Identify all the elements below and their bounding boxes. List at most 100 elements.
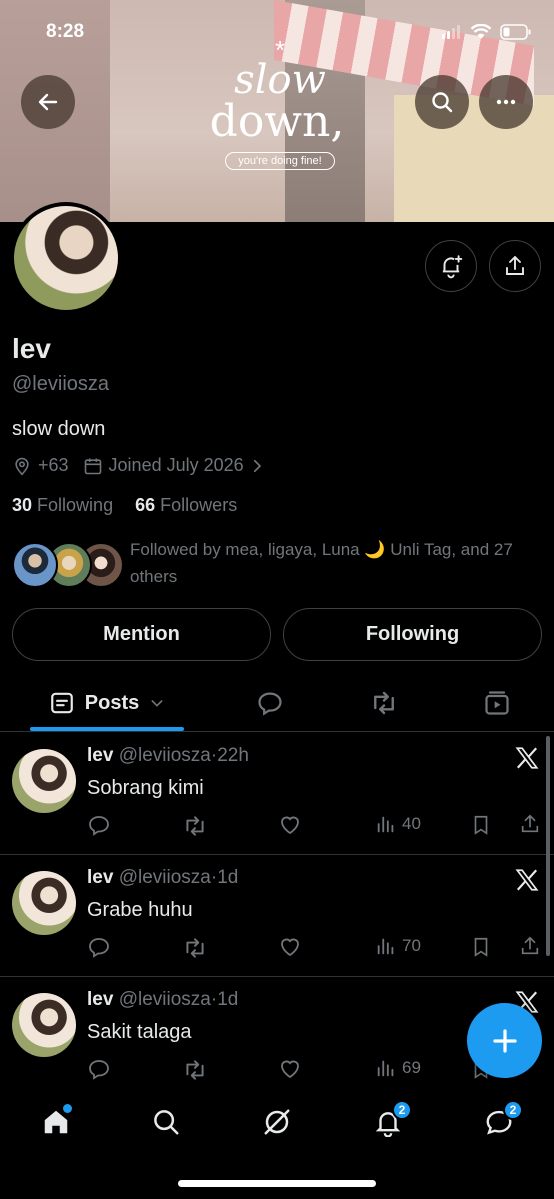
- plus-icon: [492, 1028, 517, 1053]
- followed-by[interactable]: Followed by mea, ligaya, Luna 🌙 Unli Tag…: [12, 536, 542, 592]
- followers-link[interactable]: 66 Followers: [135, 495, 237, 515]
- notify-button[interactable]: [425, 240, 477, 292]
- nav-notifications[interactable]: 2: [360, 1100, 416, 1144]
- post-text: Sakit talaga: [87, 1021, 192, 1043]
- x-logo-icon: [515, 869, 539, 891]
- post-time: 22h: [217, 745, 249, 766]
- system-icons: [440, 24, 532, 40]
- nav-messages[interactable]: 2: [471, 1100, 527, 1144]
- scrollbar[interactable]: [546, 736, 550, 956]
- post-item[interactable]: lev @leviiosza·1d Grabe huhu 70: [0, 855, 554, 977]
- repost-button[interactable]: [182, 1057, 208, 1083]
- calendar-icon: [84, 458, 101, 474]
- active-tab-indicator: [30, 727, 184, 731]
- heart-icon: [281, 1060, 299, 1079]
- banner-slogan: * slow down, you're doing fine!: [195, 37, 365, 170]
- tab-posts[interactable]: Posts: [30, 676, 184, 730]
- tab-media[interactable]: [467, 676, 527, 730]
- post-actions: 70: [87, 935, 543, 961]
- post-header: lev @leviiosza·1d: [87, 867, 238, 889]
- share-button[interactable]: [519, 813, 541, 835]
- views-chart-icon: [377, 816, 394, 833]
- reply-button[interactable]: [87, 935, 111, 959]
- following-link[interactable]: 30 Following: [12, 495, 113, 515]
- views-count: 70: [402, 936, 421, 955]
- video-icon: [485, 691, 509, 715]
- nav-grok[interactable]: [249, 1100, 305, 1144]
- post-author: lev: [87, 745, 114, 766]
- mention-button[interactable]: Mention: [12, 608, 271, 661]
- following-button[interactable]: Following: [283, 608, 542, 661]
- tab-posts-label: Posts: [84, 691, 140, 714]
- x-logo-icon: [515, 747, 539, 769]
- back-button[interactable]: [21, 75, 75, 129]
- posts-icon: [50, 692, 73, 714]
- profile-name: lev: [12, 333, 51, 364]
- post-handle: @leviiosza: [118, 989, 211, 1010]
- reply-button[interactable]: [87, 813, 111, 837]
- nav-search[interactable]: [138, 1100, 194, 1144]
- follow-counts: 30 Following 66 Followers: [12, 495, 237, 516]
- tab-replies[interactable]: [240, 676, 300, 730]
- tab-reposts[interactable]: [354, 676, 414, 730]
- home-unread-dot: [63, 1104, 72, 1113]
- profile-handle: @leviiosza: [12, 373, 110, 395]
- following-label: Following: [37, 495, 114, 515]
- avatar-image: [14, 206, 118, 310]
- repost-button[interactable]: [182, 813, 208, 839]
- profile-bio: slow down: [12, 418, 106, 440]
- location-icon: [15, 457, 29, 475]
- grok-icon: [264, 1109, 290, 1135]
- wifi-icon: [470, 24, 492, 39]
- slogan-line1: slow: [234, 57, 326, 103]
- reply-icon: [258, 692, 282, 716]
- nav-home[interactable]: [28, 1100, 84, 1144]
- repost-icon: [186, 938, 204, 958]
- status-time: 8:28: [46, 21, 85, 42]
- chevron-right-icon[interactable]: [248, 457, 266, 475]
- reply-button[interactable]: [87, 1057, 111, 1081]
- search-icon: [154, 1110, 179, 1135]
- compose-button[interactable]: [467, 1003, 542, 1078]
- repost-icon: [186, 1060, 204, 1080]
- share-profile-button[interactable]: [489, 240, 541, 292]
- post-avatar[interactable]: [12, 749, 76, 813]
- like-button[interactable]: [278, 1057, 302, 1081]
- repost-icon: [374, 691, 394, 715]
- share-button[interactable]: [519, 935, 541, 957]
- search-button[interactable]: [415, 75, 469, 129]
- post-item[interactable]: lev @leviiosza·22h Sobrang kimi 40: [0, 733, 554, 855]
- more-icon: [496, 99, 516, 105]
- post-handle: @leviiosza: [118, 745, 211, 766]
- search-icon: [432, 92, 453, 113]
- post-avatar[interactable]: [12, 993, 76, 1057]
- share-icon: [506, 256, 524, 275]
- reply-icon: [89, 816, 109, 836]
- profile-joined[interactable]: Joined July 2026: [109, 455, 244, 476]
- home-indicator[interactable]: [178, 1180, 376, 1187]
- bell-plus-icon: [442, 255, 463, 279]
- post-text: Grabe huhu: [87, 899, 193, 921]
- bookmark-button[interactable]: [470, 935, 492, 959]
- bookmark-button[interactable]: [470, 813, 492, 837]
- post-header: lev @leviiosza·1d: [87, 989, 238, 1011]
- like-button[interactable]: [278, 935, 302, 959]
- views-button[interactable]: 40: [375, 813, 421, 835]
- bookmark-icon: [474, 937, 488, 957]
- repost-button[interactable]: [182, 935, 208, 961]
- profile-meta: +63 Joined July 2026: [12, 455, 266, 476]
- profile-avatar[interactable]: [10, 202, 122, 314]
- followed-by-text: Followed by mea, ligaya, Luna 🌙 Unli Tag…: [130, 540, 513, 586]
- messages-badge: 2: [503, 1100, 523, 1120]
- post-avatar[interactable]: [12, 871, 76, 935]
- bookmark-icon: [474, 815, 488, 835]
- followers-count: 66: [135, 495, 156, 515]
- more-button[interactable]: [479, 75, 533, 129]
- followed-by-avatars: [12, 542, 124, 588]
- share-icon: [521, 814, 539, 833]
- views-button[interactable]: 69: [375, 1057, 421, 1079]
- notifications-badge: 2: [392, 1100, 412, 1120]
- heart-icon: [281, 816, 299, 835]
- views-button[interactable]: 70: [375, 935, 421, 957]
- like-button[interactable]: [278, 813, 302, 837]
